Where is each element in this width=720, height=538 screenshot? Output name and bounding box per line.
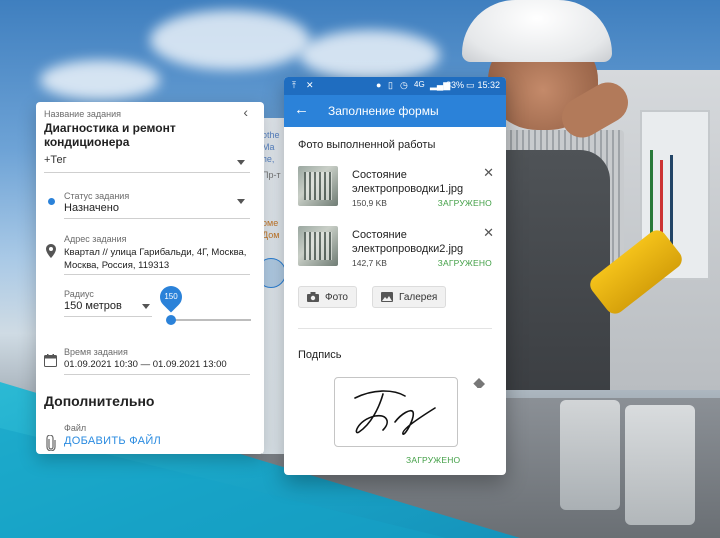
upload-icon: ⤒ [292,80,296,90]
form-fill-screen: ⤒ ✕ ● ▯ ◷ 4G ▂▄▆ 83% ▭ 15:32 ← Заполнени… [284,77,506,475]
status-label: Статус задания [64,191,130,201]
signature-section-title: Подпись [298,349,342,361]
divider [64,274,250,275]
photo-thumbnail[interactable] [298,166,338,206]
time-value[interactable]: 01.09.2021 10:30 — 01.09.2021 13:00 [64,359,227,370]
status-bar: ⤒ ✕ ● ▯ ◷ 4G ▂▄▆ 83% ▭ 15:32 [284,77,506,95]
radius-label: Радиус [64,289,94,299]
eraser-icon[interactable] [472,377,486,389]
tools-icon: ✕ [306,80,314,90]
radius-slider-thumb[interactable] [166,315,176,325]
file-status-badge: ЗАГРУЖЕНО [437,198,492,208]
network-type: 4G [414,80,425,89]
status-select[interactable]: Назначено [64,202,119,214]
address-value[interactable]: Квартал // улица Гарибальди, 4Г, Москва,… [64,246,254,272]
clock: 15:32 [477,80,500,90]
signature-drawing [354,390,436,435]
map-preview[interactable]: othe Ma пе, Пр-т оме Дом [256,118,286,454]
map-label: Пр-т [262,170,281,180]
divider [64,218,250,219]
divider [64,374,250,375]
chevron-down-icon[interactable] [237,199,245,204]
battery-percent: 83% [446,80,465,90]
electrical-box [625,405,695,525]
task-edit-card: Название задания Диагностика и ремонт ко… [36,102,264,454]
screen-title: Заполнение формы [328,104,439,118]
calendar-icon [44,354,57,367]
paperclip-icon [46,435,56,451]
map-label: оме [262,218,279,228]
signature-pad[interactable] [334,377,458,447]
collapse-chevron-icon[interactable]: ‹ [243,104,248,120]
gallery-button-label: Галерея [399,291,438,303]
alarm-icon: ◷ [400,80,408,90]
hard-hat [462,0,612,62]
divider [44,172,250,173]
cloud [150,10,310,70]
divider [64,316,152,317]
file-label: Файл [64,423,87,433]
radius-select[interactable]: 150 метров [64,300,122,312]
photo-thumbnail[interactable] [298,226,338,266]
app-bar: ← Заполнение формы [284,95,506,127]
photo-button[interactable]: Фото [298,286,357,308]
section-title-additional: Дополнительно [44,393,155,409]
cloud [40,60,160,100]
divider [298,328,492,329]
back-arrow-icon[interactable]: ← [294,101,309,118]
camera-icon [307,292,319,302]
status-dot-icon [48,198,55,205]
photo-button-label: Фото [325,291,348,303]
file-size: 142,7 KB [352,258,387,268]
location-pin-icon [46,244,56,258]
tag-input[interactable]: +Тег [44,154,67,166]
file-name-line2: электропроводки1.jpg [352,183,464,195]
address-label: Адрес задания [64,234,127,244]
cloud [300,30,440,80]
close-icon[interactable]: ✕ [483,225,494,241]
gallery-button[interactable]: Галерея [372,286,447,308]
task-name-label: Название задания [44,109,121,119]
vibrate-icon: ▯ [388,80,393,90]
map-label: othe [262,130,280,140]
task-name-value[interactable]: Диагностика и ремонт кондиционера [44,121,264,149]
file-status-badge: ЗАГРУЖЕНО [437,258,492,268]
photo-section-title: Фото выполненной работы [298,139,436,151]
file-name-line1: Состояние [352,229,407,241]
image-icon [381,292,393,302]
chevron-down-icon[interactable] [142,304,150,309]
add-file-button[interactable]: ДОБАВИТЬ ФАЙЛ [64,435,161,447]
file-name-line1: Состояние [352,169,407,181]
electrical-box [560,400,620,510]
time-label: Время задания [64,347,128,357]
signature-status-badge: ЗАГРУЖЕНО [406,455,461,465]
map-label: Дом [262,230,280,240]
slider-value-text: 150 [164,292,178,301]
location-icon: ● [376,80,382,90]
battery-icon: ▭ [466,80,475,90]
file-size: 150,9 KB [352,198,387,208]
file-name-line2: электропроводки2.jpg [352,243,464,255]
chevron-down-icon[interactable] [237,160,245,165]
radius-slider-track[interactable] [171,319,251,321]
close-icon[interactable]: ✕ [483,165,494,181]
